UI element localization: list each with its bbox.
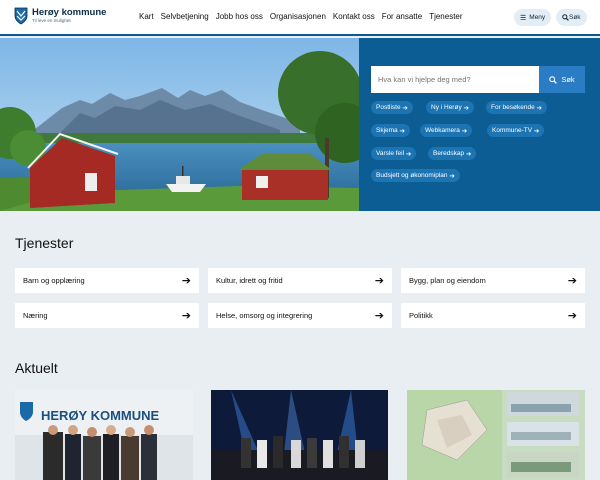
hero-landscape-image [0,38,359,211]
service-helse-omsorg[interactable]: Helse, omsorg og integrering ➔ [208,303,392,328]
nav-link-selvbetjening[interactable]: Selvbetjening [161,12,209,21]
arrow-right-icon: ➔ [181,275,191,287]
arrow-right-icon: ➔ [567,310,577,322]
main-search-label: Søk [561,75,575,84]
search-icon [562,14,569,21]
arrow-right-icon: ➔ [567,275,577,287]
arrow-right-icon: ➔ [374,275,384,287]
nav-link-kart[interactable]: Kart [139,12,154,21]
quick-link-budsjett[interactable]: Budsjett og økonomiplan ➔ [371,169,460,182]
sign-text: HERØY KOMMUNE [41,408,160,423]
quick-link-ny-i-heroy[interactable]: Ny i Herøy ➔ [426,101,474,114]
service-naering[interactable]: Næring ➔ [15,303,199,328]
news-card-image-1[interactable]: HERØY KOMMUNE [15,390,193,480]
quick-link-webkamera[interactable]: Webkamera ➔ [420,124,473,137]
quick-link-for-besokende[interactable]: For besøkende ➔ [486,101,547,114]
service-label: Helse, omsorg og integrering [216,311,313,320]
service-label: Næring [23,311,48,320]
header-search-label: Søk [569,14,581,21]
site-logo[interactable]: Herøy kommune Til leve en mulighet [14,7,106,25]
hamburger-icon: ☰ [520,14,527,22]
service-barn-og-opplaering[interactable]: Barn og opplæring ➔ [15,268,199,293]
news-title: Aktuelt [15,360,58,376]
nav-link-jobb-hos-oss[interactable]: Jobb hos oss [216,12,263,21]
service-label: Kultur, idrett og fritid [216,276,283,285]
service-bygg-plan[interactable]: Bygg, plan og eiendom ➔ [401,268,585,293]
site-header: Herøy kommune Til leve en mulighet Kart … [0,0,600,36]
quick-link-varsle-feil[interactable]: Varsle feil ➔ [371,147,417,160]
nav-link-organisasjonen[interactable]: Organisasjonen [270,12,326,21]
menu-button[interactable]: ☰ Meny [514,9,551,26]
service-label: Politikk [409,311,433,320]
main-nav: Kart Selvbetjening Jobb hos oss Organisa… [139,12,470,21]
main-search-button[interactable]: Søk [539,66,585,93]
nav-link-kontakt-oss[interactable]: Kontakt oss [333,12,375,21]
service-politikk[interactable]: Politikk ➔ [401,303,585,328]
menu-button-label: Meny [529,14,546,21]
service-kultur-idrett[interactable]: Kultur, idrett og fritid ➔ [208,268,392,293]
hero-search-panel: Søk Postliste ➔ Ny i Herøy ➔ For besøken… [359,38,600,211]
arrow-right-icon: ➔ [374,310,384,322]
quick-link-postliste[interactable]: Postliste ➔ [371,101,413,114]
coat-of-arms-icon [14,7,28,25]
services-title: Tjenester [15,235,74,251]
service-label: Barn og opplæring [23,276,85,285]
main-search-input[interactable] [371,66,539,93]
header-search-button[interactable]: Søk [556,9,587,26]
quick-link-kommune-tv[interactable]: Kommune-TV ➔ [487,124,545,137]
nav-link-tjenester[interactable]: Tjenester [429,12,462,21]
news-card-image-2[interactable] [211,390,388,480]
news-card-image-3[interactable] [407,390,585,480]
nav-link-for-ansatte[interactable]: For ansatte [382,12,422,21]
arrow-right-icon: ➔ [181,310,191,322]
service-label: Bygg, plan og eiendom [409,276,486,285]
quick-link-beredskap[interactable]: Beredskap ➔ [428,147,477,160]
quick-link-skjema[interactable]: Skjema ➔ [371,124,410,137]
logo-tagline: Til leve en mulighet [32,18,71,23]
search-icon [549,75,558,84]
logo-title: Herøy kommune [32,7,107,18]
